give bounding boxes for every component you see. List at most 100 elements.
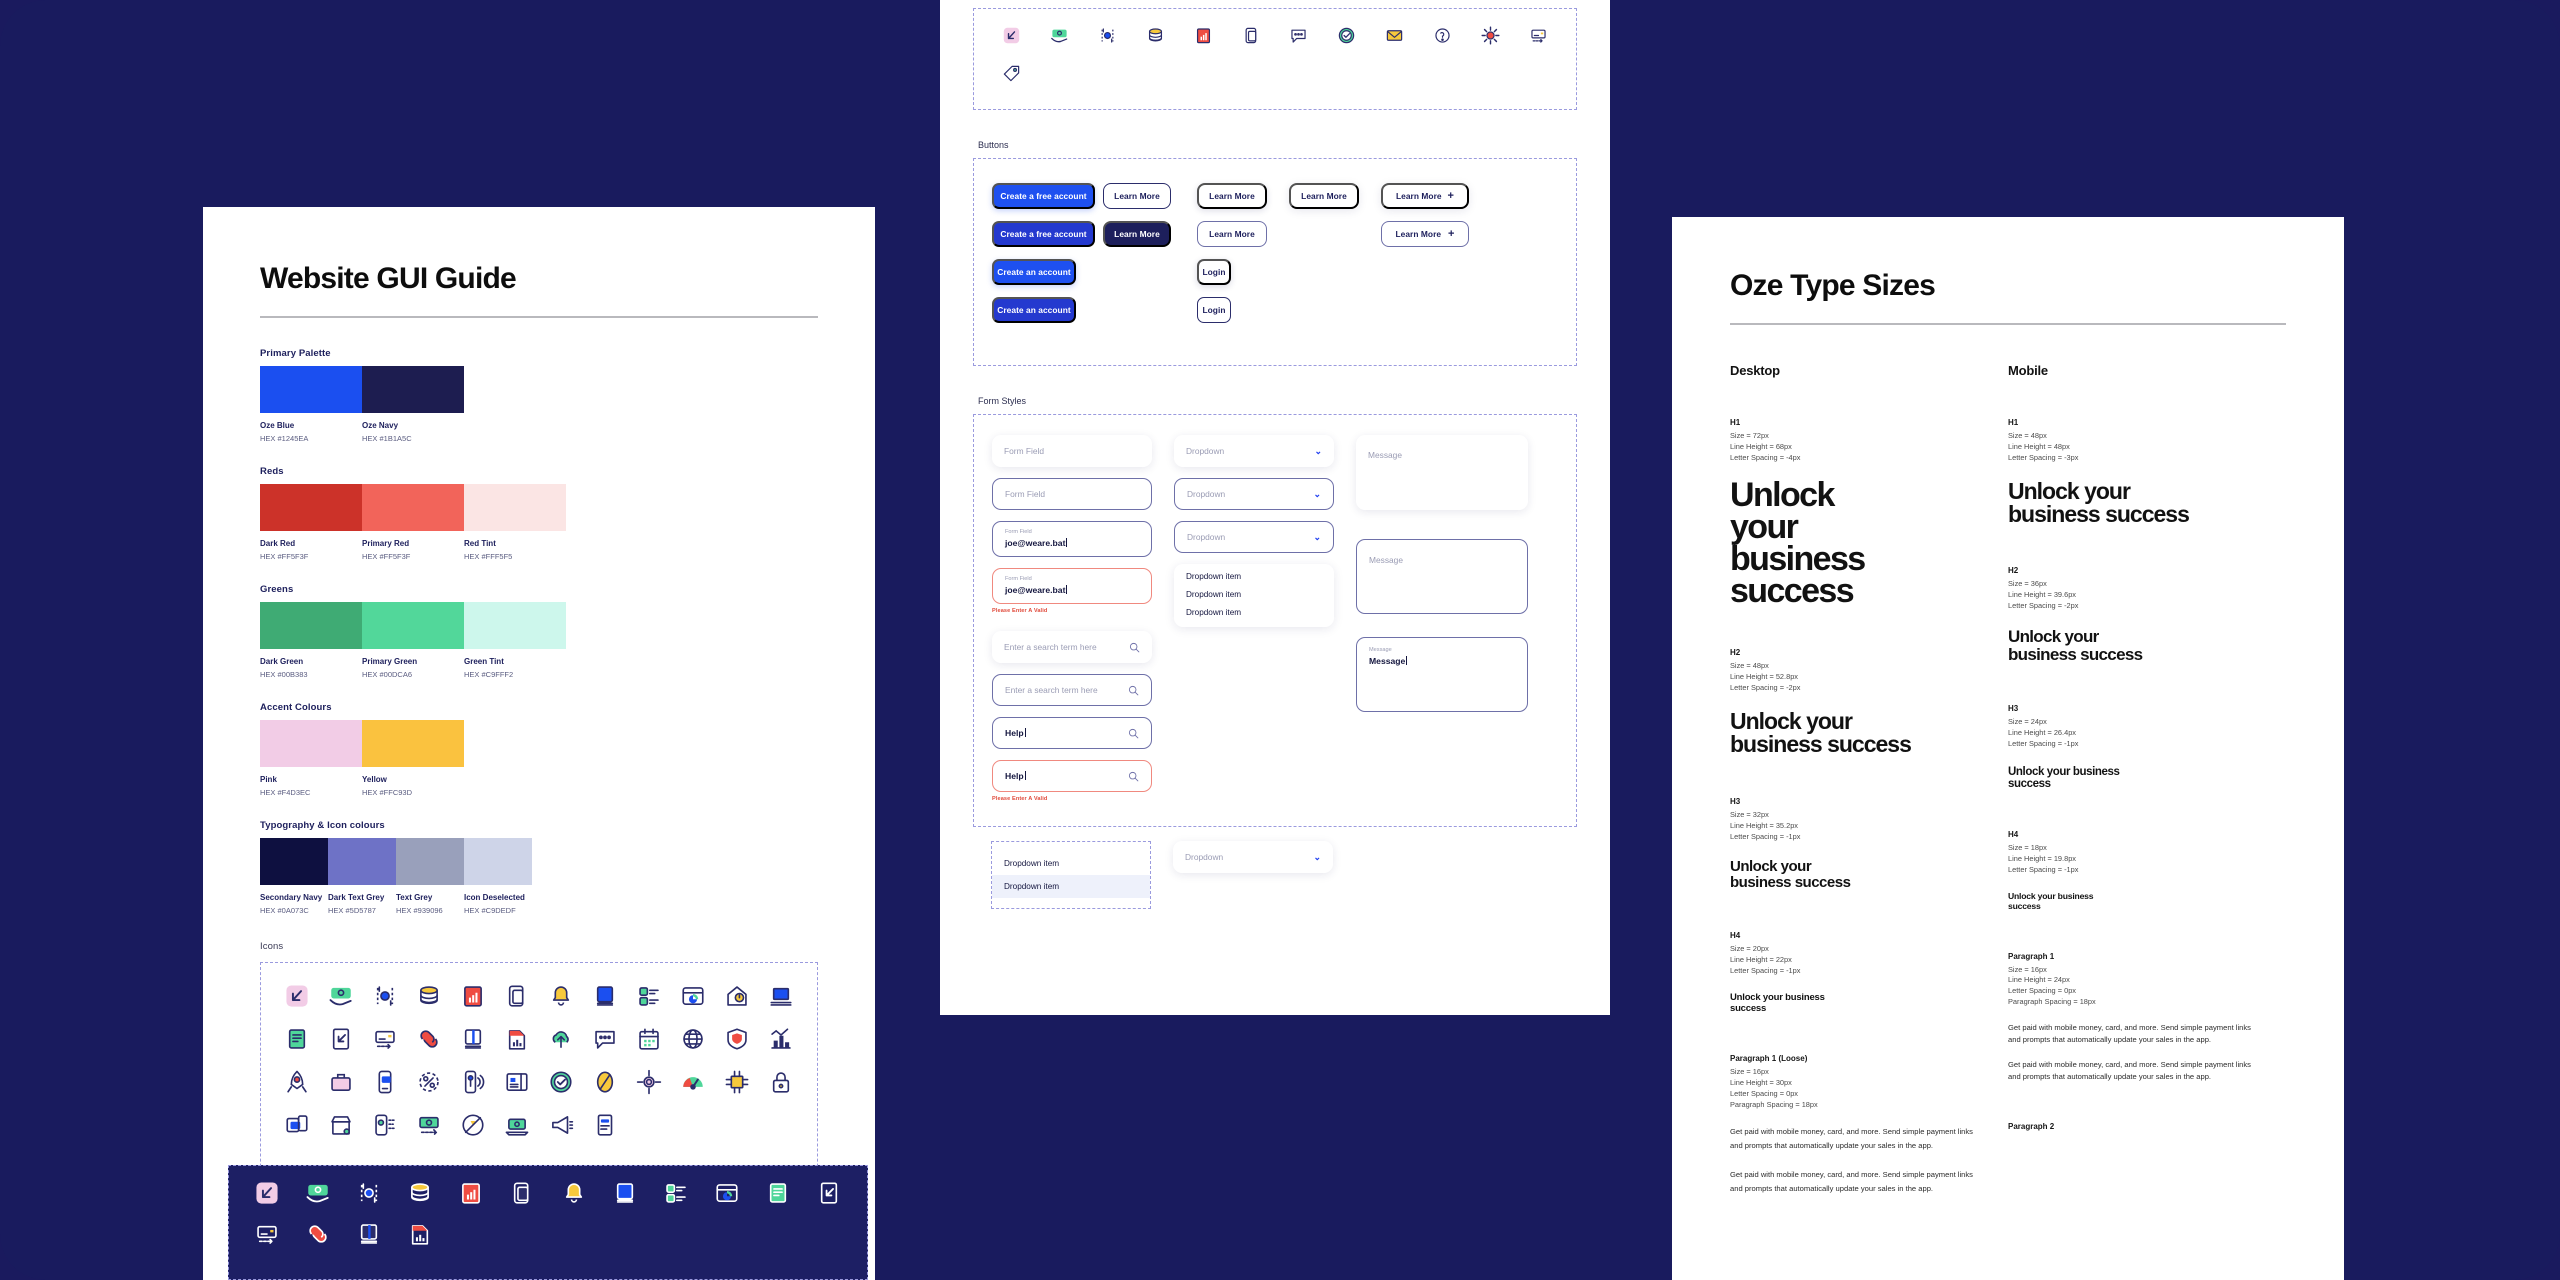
dark-icon-cell[interactable]	[395, 1217, 446, 1250]
dark-icon-cell[interactable]	[753, 1176, 804, 1209]
search-field-error[interactable]: Help	[992, 760, 1152, 792]
icon-cell[interactable]	[363, 1022, 407, 1055]
component-icon-cell[interactable]	[1275, 23, 1323, 47]
icon-cell[interactable]	[407, 1022, 451, 1055]
component-icon-cell[interactable]	[1323, 23, 1371, 47]
learn-more-plus-outline-button[interactable]: Learn More +	[1381, 221, 1469, 247]
dropdown-bordered[interactable]: Dropdown ⌄	[1174, 478, 1334, 510]
icon-cell[interactable]	[627, 1065, 671, 1098]
learn-more-flat-button[interactable]: Learn More	[1289, 183, 1359, 209]
component-icon-cell[interactable]	[1466, 23, 1514, 47]
component-icon-cell[interactable]	[1131, 23, 1179, 47]
dark-icon-cell[interactable]	[650, 1176, 701, 1209]
dropdown-shadow[interactable]: Dropdown ⌄	[1174, 435, 1334, 467]
icon-cell[interactable]	[627, 979, 671, 1012]
form-field-bordered[interactable]: Form Field	[992, 478, 1152, 510]
form-field-error[interactable]: Form Field joe@weare.bat	[992, 568, 1152, 604]
component-icon-cell[interactable]	[1227, 23, 1275, 47]
icon-cell[interactable]	[583, 979, 627, 1012]
dropdown-list-item[interactable]: Dropdown item	[992, 852, 1150, 875]
component-icon-cell[interactable]	[1036, 23, 1084, 47]
learn-more-softline-button[interactable]: Learn More	[1197, 221, 1267, 247]
icon-cell[interactable]	[671, 1022, 715, 1055]
icon-cell[interactable]	[671, 1065, 715, 1098]
create-account-button-alt[interactable]: Create an account	[992, 297, 1076, 323]
message-textarea-bordered[interactable]: Message	[1356, 539, 1528, 614]
dark-icon-cell[interactable]	[292, 1176, 343, 1209]
icon-cell[interactable]	[539, 979, 583, 1012]
login-outline-button[interactable]: Login	[1197, 297, 1231, 323]
icon-cell[interactable]	[319, 1065, 363, 1098]
icon-cell[interactable]	[451, 979, 495, 1012]
dark-icon-cell[interactable]	[446, 1176, 497, 1209]
icon-cell[interactable]	[583, 1022, 627, 1055]
component-icon-cell[interactable]	[988, 23, 1036, 47]
icon-cell[interactable]	[275, 979, 319, 1012]
icon-cell[interactable]	[363, 1065, 407, 1098]
dark-icon-cell[interactable]	[702, 1176, 753, 1209]
icon-cell[interactable]	[275, 1022, 319, 1055]
dark-icon-cell[interactable]	[343, 1176, 394, 1209]
icon-cell[interactable]	[715, 1065, 759, 1098]
icon-cell[interactable]	[495, 979, 539, 1012]
icon-cell[interactable]	[583, 1065, 627, 1098]
message-textarea-filled[interactable]: Message Message	[1356, 637, 1528, 712]
dark-icon-cell[interactable]	[292, 1217, 343, 1250]
icon-cell[interactable]	[715, 979, 759, 1012]
create-free-account-button-alt[interactable]: Create a free account	[992, 221, 1095, 247]
search-field-bordered[interactable]: Enter a search term here	[992, 674, 1152, 706]
icon-cell[interactable]	[759, 1022, 803, 1055]
dark-icon-cell[interactable]	[241, 1217, 292, 1250]
component-icon-cell[interactable]	[1418, 23, 1466, 47]
dropdown-item[interactable]: Dropdown item	[1186, 572, 1322, 581]
icon-cell[interactable]	[363, 979, 407, 1012]
icon-cell[interactable]	[759, 1065, 803, 1098]
icon-cell[interactable]	[407, 1065, 451, 1098]
icon-cell[interactable]	[363, 1108, 407, 1141]
search-field-shadow[interactable]: Enter a search term here	[992, 631, 1152, 663]
icon-cell[interactable]	[275, 1108, 319, 1141]
icon-cell[interactable]	[715, 1022, 759, 1055]
icon-cell[interactable]	[451, 1108, 495, 1141]
icon-cell[interactable]	[319, 1022, 363, 1055]
icon-cell[interactable]	[319, 979, 363, 1012]
dropdown-open-trigger[interactable]: Dropdown ⌄	[1174, 521, 1334, 553]
icon-cell[interactable]	[583, 1108, 627, 1141]
dropdown-list-item[interactable]: Dropdown item	[992, 875, 1150, 898]
learn-more-outline-button[interactable]: Learn More	[1103, 183, 1171, 209]
dark-icon-cell[interactable]	[343, 1217, 394, 1250]
dropdown-menu[interactable]: Dropdown item Dropdown item Dropdown item	[1174, 564, 1334, 627]
component-icon-cell[interactable]	[1514, 23, 1562, 47]
dark-icon-cell[interactable]	[395, 1176, 446, 1209]
component-icon-cell[interactable]	[988, 61, 1036, 85]
icon-cell[interactable]	[671, 979, 715, 1012]
login-soft-button[interactable]: Login	[1197, 259, 1231, 285]
bottom-dropdown[interactable]: Dropdown ⌄	[1173, 841, 1333, 873]
icon-cell[interactable]	[451, 1022, 495, 1055]
dark-icon-cell[interactable]	[241, 1176, 292, 1209]
icon-cell[interactable]	[495, 1022, 539, 1055]
icon-cell[interactable]	[759, 979, 803, 1012]
create-free-account-button[interactable]: Create a free account	[992, 183, 1095, 209]
icon-cell[interactable]	[407, 979, 451, 1012]
icon-cell[interactable]	[275, 1065, 319, 1098]
dark-icon-cell[interactable]	[497, 1176, 548, 1209]
icon-cell[interactable]	[627, 1022, 671, 1055]
dropdown-open-list[interactable]: Dropdown item Dropdown item	[991, 841, 1151, 909]
form-field-filled[interactable]: Form Field joe@weare.bat	[992, 521, 1152, 557]
dark-icon-cell[interactable]	[804, 1176, 855, 1209]
dropdown-item[interactable]: Dropdown item	[1186, 590, 1322, 599]
learn-more-plus-button[interactable]: Learn More +	[1381, 183, 1469, 209]
learn-more-navy-button[interactable]: Learn More	[1103, 221, 1171, 247]
dropdown-item[interactable]: Dropdown item	[1186, 608, 1322, 617]
dark-icon-cell[interactable]	[599, 1176, 650, 1209]
learn-more-soft-button[interactable]: Learn More	[1197, 183, 1267, 209]
icon-cell[interactable]	[451, 1065, 495, 1098]
icon-cell[interactable]	[495, 1065, 539, 1098]
create-account-button[interactable]: Create an account	[992, 259, 1076, 285]
icon-cell[interactable]	[539, 1065, 583, 1098]
icon-cell[interactable]	[495, 1108, 539, 1141]
icon-cell[interactable]	[407, 1108, 451, 1141]
icon-cell[interactable]	[539, 1108, 583, 1141]
icon-cell[interactable]	[539, 1022, 583, 1055]
